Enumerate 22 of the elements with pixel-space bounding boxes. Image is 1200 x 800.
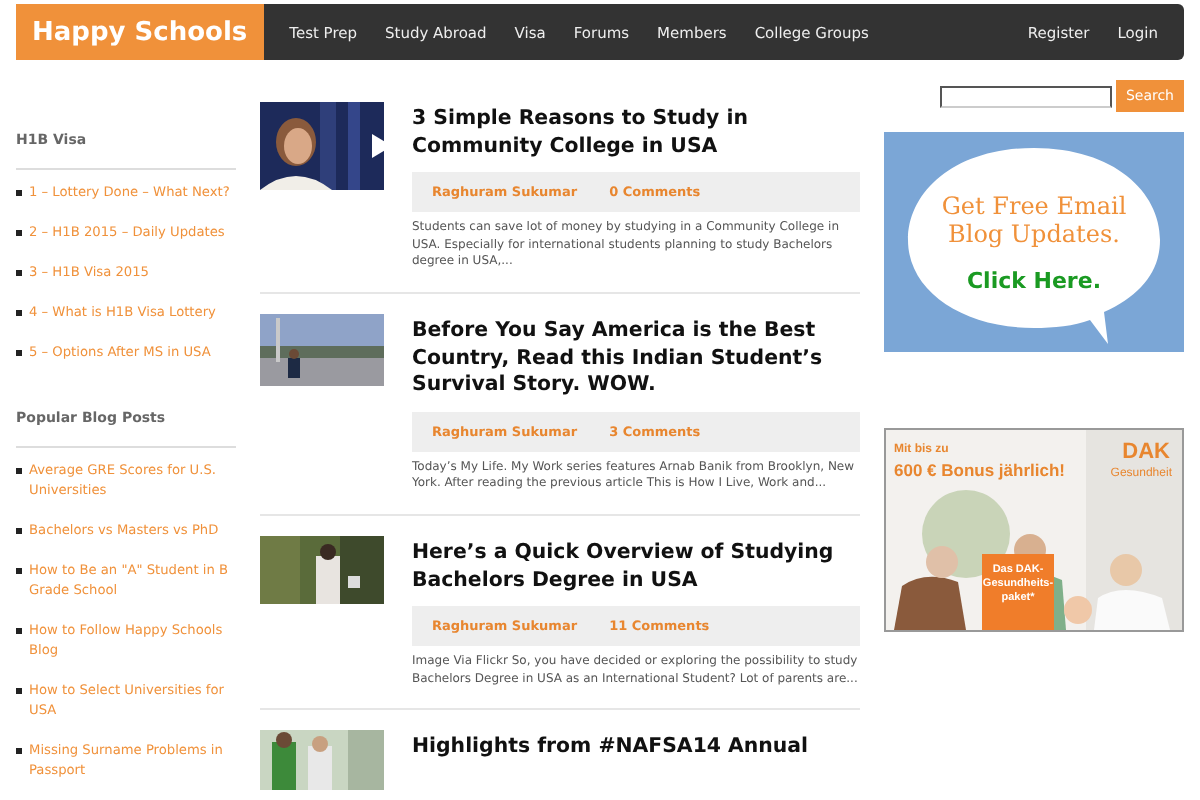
bullet-icon bbox=[16, 628, 21, 633]
bullet-icon bbox=[16, 270, 21, 275]
ad-call-to-action[interactable]: Click Here. bbox=[924, 267, 1144, 293]
bullet-icon bbox=[16, 568, 21, 573]
post-title[interactable]: Here’s a Quick Overview of Studying Bachelors Degree in USA bbox=[412, 540, 860, 595]
bullet-icon bbox=[16, 230, 21, 235]
bullet-icon bbox=[16, 310, 21, 315]
bullet-icon bbox=[16, 350, 21, 355]
bullet-icon bbox=[16, 748, 21, 753]
brand-logo: DAK bbox=[1122, 440, 1170, 464]
bullet-icon bbox=[16, 190, 21, 195]
bullet-icon bbox=[16, 468, 21, 473]
ad-headline: 600 € Bonus jährlich! bbox=[894, 460, 1065, 480]
ad-headline: Get Free Email Blog Updates. bbox=[939, 191, 1129, 247]
email-ad-banner[interactable]: Get Free Email Blog Updates. Click Here. bbox=[884, 132, 1184, 352]
post-title[interactable]: 3 Simple Reasons to Study in Community College in USA bbox=[412, 106, 860, 160]
post-title[interactable]: Before You Say America is the Best Country, Read this Indian Student’s Survival Story. WOW. bbox=[412, 318, 860, 400]
bullet-icon bbox=[16, 528, 21, 533]
bullet-icon bbox=[16, 688, 21, 693]
search-field[interactable] bbox=[939, 85, 1112, 107]
post-title[interactable]: Highlights from #NAFSA14 Annual bbox=[412, 734, 860, 762]
site-logo[interactable]: Happy Schools bbox=[16, 4, 264, 60]
